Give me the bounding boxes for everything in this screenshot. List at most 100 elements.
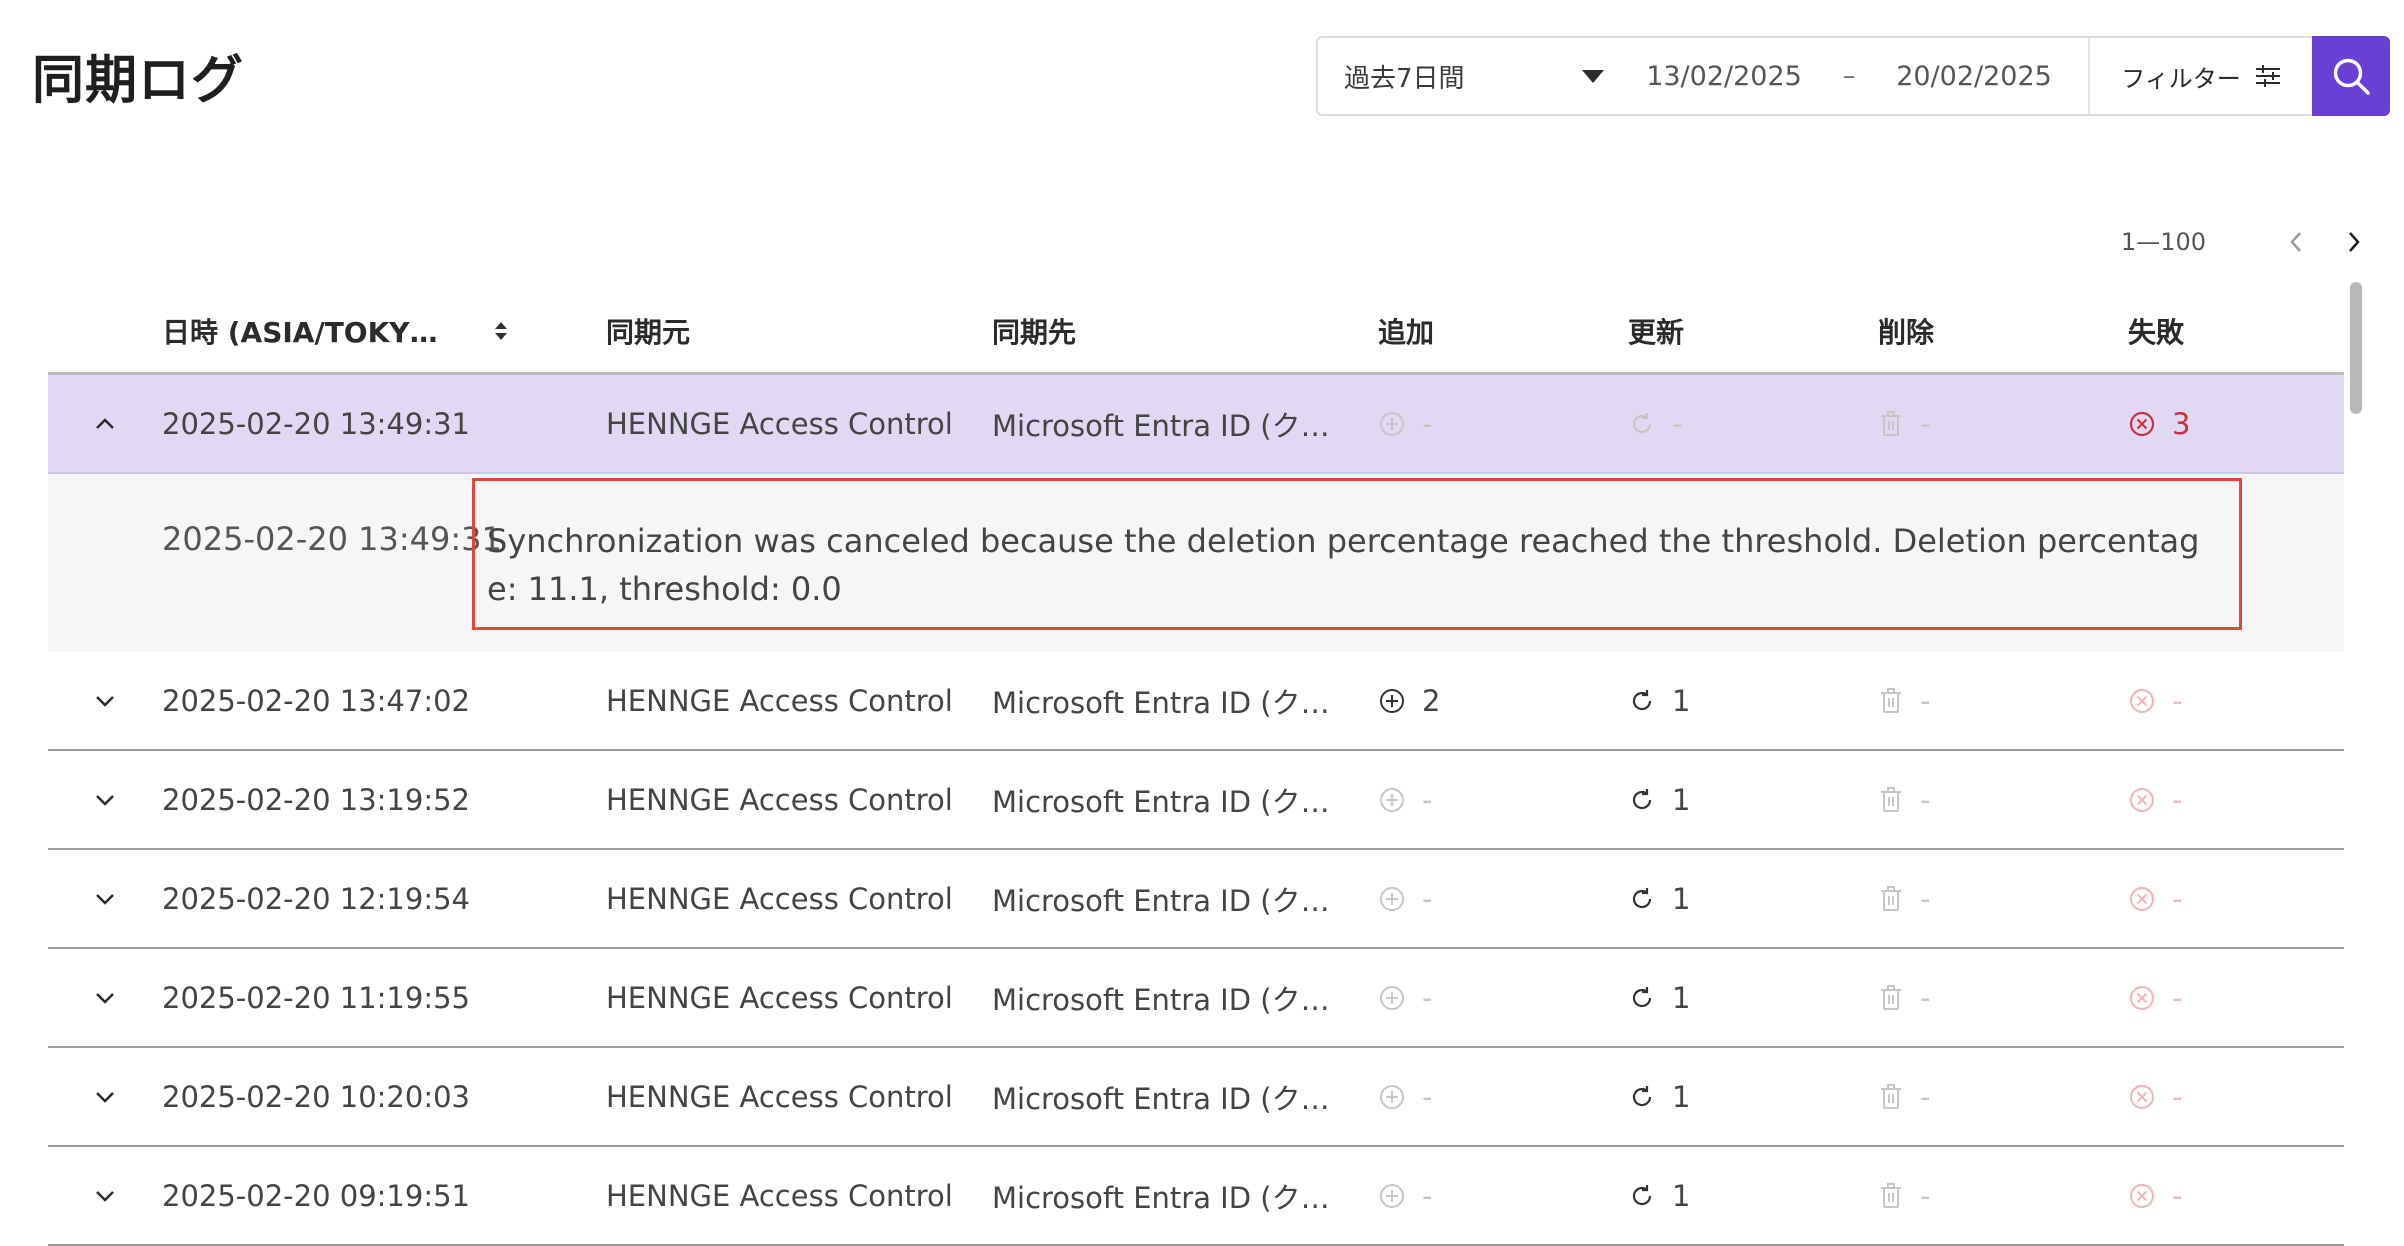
expand-cell xyxy=(48,780,162,820)
table-row[interactable]: 2025-02-20 09:19:51 HENNGE Access Contro… xyxy=(48,1147,2344,1246)
updated-count: 1 xyxy=(1672,1079,1691,1114)
cell-destination: Microsoft Entra ID (ク… xyxy=(992,982,1330,1017)
cell-source: HENNGE Access Control xyxy=(606,1079,953,1114)
expand-button[interactable] xyxy=(85,879,125,919)
date-from-input[interactable]: 13/02/2025 xyxy=(1624,61,1824,92)
sync-log-table: 日時 (ASIA/TOKY… 同期元 同期先 追加 更新 削除 失敗 2025-… xyxy=(48,290,2344,1246)
cell-deleted: - xyxy=(1878,684,2128,718)
table-row[interactable]: 2025-02-20 10:20:03 HENNGE Access Contro… xyxy=(48,1048,2344,1147)
cell-failed: - xyxy=(2128,783,2344,817)
cell-deleted: - xyxy=(1878,981,2128,1015)
cell-failed: - xyxy=(2128,1179,2344,1213)
filter-button[interactable]: フィルター xyxy=(2088,38,2312,114)
cell-failed: - xyxy=(2128,684,2344,718)
deleted-count: - xyxy=(1920,980,1931,1015)
chevron-down-icon xyxy=(96,1091,114,1103)
updated-count: 1 xyxy=(1672,881,1691,916)
chevron-down-icon xyxy=(96,1190,114,1202)
refresh-icon xyxy=(1632,788,1652,809)
next-page-button[interactable] xyxy=(2334,222,2374,262)
header-deleted: 削除 xyxy=(1878,316,1935,349)
expand-button[interactable] xyxy=(85,1176,125,1216)
updated-count: 1 xyxy=(1672,1178,1691,1213)
added-count: - xyxy=(1422,881,1433,916)
added-count: - xyxy=(1422,980,1433,1015)
prev-page-button[interactable] xyxy=(2276,222,2316,262)
table-body: 2025-02-20 13:47:02 HENNGE Access Contro… xyxy=(48,652,2344,1246)
cell-datetime: 2025-02-20 13:19:52 xyxy=(162,782,470,817)
plus-circle-icon xyxy=(1380,985,1404,1010)
failed-count: - xyxy=(2172,881,2183,916)
cell-added: - xyxy=(1378,981,1628,1015)
collapse-button[interactable] xyxy=(85,404,125,444)
cell-datetime: 2025-02-20 09:19:51 xyxy=(162,1178,470,1213)
expand-cell xyxy=(48,1176,162,1216)
trash-icon xyxy=(1881,885,1901,911)
cell-updated: 1 xyxy=(1628,882,1878,916)
table-row-expanded[interactable]: 2025-02-20 13:49:31 HENNGE Access Contro… xyxy=(48,375,2344,474)
header-destination: 同期先 xyxy=(992,316,1077,349)
cell-updated: 1 xyxy=(1628,1080,1878,1114)
trash-icon xyxy=(1881,786,1901,812)
cell-datetime: 2025-02-20 10:20:03 xyxy=(162,1079,470,1114)
expand-button[interactable] xyxy=(85,978,125,1018)
expand-cell xyxy=(48,879,162,919)
expand-button[interactable] xyxy=(85,780,125,820)
cell-added: - xyxy=(1378,407,1628,441)
plus-circle-icon xyxy=(1380,787,1404,812)
cell-added: - xyxy=(1378,1080,1628,1114)
search-button[interactable] xyxy=(2312,36,2390,116)
cell-added: - xyxy=(1378,882,1628,916)
updated-count: 1 xyxy=(1672,980,1691,1015)
cell-destination: Microsoft Entra ID (ク… xyxy=(992,883,1330,918)
period-select[interactable]: 過去7日間 xyxy=(1318,38,1624,114)
expand-button[interactable] xyxy=(85,681,125,721)
table-row[interactable]: 2025-02-20 11:19:55 HENNGE Access Contro… xyxy=(48,949,2344,1048)
header-datetime[interactable]: 日時 (ASIA/TOKY… xyxy=(162,311,606,351)
x-circle-icon xyxy=(2129,886,2155,911)
expand-button[interactable] xyxy=(85,1077,125,1117)
cell-updated: 1 xyxy=(1628,981,1878,1015)
date-to-input[interactable]: 20/02/2025 xyxy=(1874,61,2074,92)
error-message: Synchronization was canceled because the… xyxy=(472,478,2242,630)
table-row[interactable]: 2025-02-20 13:47:02 HENNGE Access Contro… xyxy=(48,652,2344,751)
failed-count: - xyxy=(2172,683,2183,718)
cell-deleted: - xyxy=(1878,1179,2128,1213)
date-separator: – xyxy=(1842,61,1856,91)
chevron-down-icon xyxy=(96,992,114,1004)
table-row[interactable]: 2025-02-20 13:19:52 HENNGE Access Contro… xyxy=(48,751,2344,850)
page-title: 同期ログ xyxy=(32,51,245,111)
header-failed: 失敗 xyxy=(2128,316,2185,349)
added-count: - xyxy=(1422,1178,1433,1213)
table-row[interactable]: 2025-02-20 12:19:54 HENNGE Access Contro… xyxy=(48,850,2344,949)
sort-icon[interactable] xyxy=(494,320,508,342)
cell-added: - xyxy=(1378,1179,1628,1213)
cell-datetime: 2025-02-20 11:19:55 xyxy=(162,980,470,1015)
deleted-count: - xyxy=(1920,406,1931,441)
updated-count: 1 xyxy=(1672,782,1691,817)
x-circle-icon xyxy=(2129,787,2155,812)
x-circle-icon xyxy=(2129,985,2155,1010)
expand-cell xyxy=(48,404,162,444)
sync-log-page: 同期ログ 過去7日間 13/02/2025 – 20/02/2025 フィルター xyxy=(0,0,2404,1246)
header-updated: 更新 xyxy=(1628,316,1685,349)
header-added: 追加 xyxy=(1378,316,1435,349)
cell-destination: Microsoft Entra ID (ク… xyxy=(992,685,1330,720)
cell-source: HENNGE Access Control xyxy=(606,881,953,916)
x-circle-icon xyxy=(2129,1084,2155,1109)
cell-failed: 3 xyxy=(2128,407,2344,441)
added-count: 2 xyxy=(1422,683,1441,718)
refresh-icon xyxy=(1632,412,1652,433)
cell-failed: - xyxy=(2128,882,2344,916)
trash-icon xyxy=(1881,410,1901,436)
trash-icon xyxy=(1881,1083,1901,1109)
cell-failed: - xyxy=(2128,1080,2344,1114)
failed-count: - xyxy=(2172,980,2183,1015)
cell-deleted: - xyxy=(1878,882,2128,916)
cell-destination: Microsoft Entra ID (ク… xyxy=(992,1081,1330,1116)
scrollbar-thumb[interactable] xyxy=(2350,282,2362,414)
chevron-up-icon xyxy=(96,417,114,429)
header-datetime-label: 日時 (ASIA/TOKY… xyxy=(162,316,438,349)
chevron-down-icon xyxy=(96,893,114,905)
refresh-icon xyxy=(1632,887,1652,908)
